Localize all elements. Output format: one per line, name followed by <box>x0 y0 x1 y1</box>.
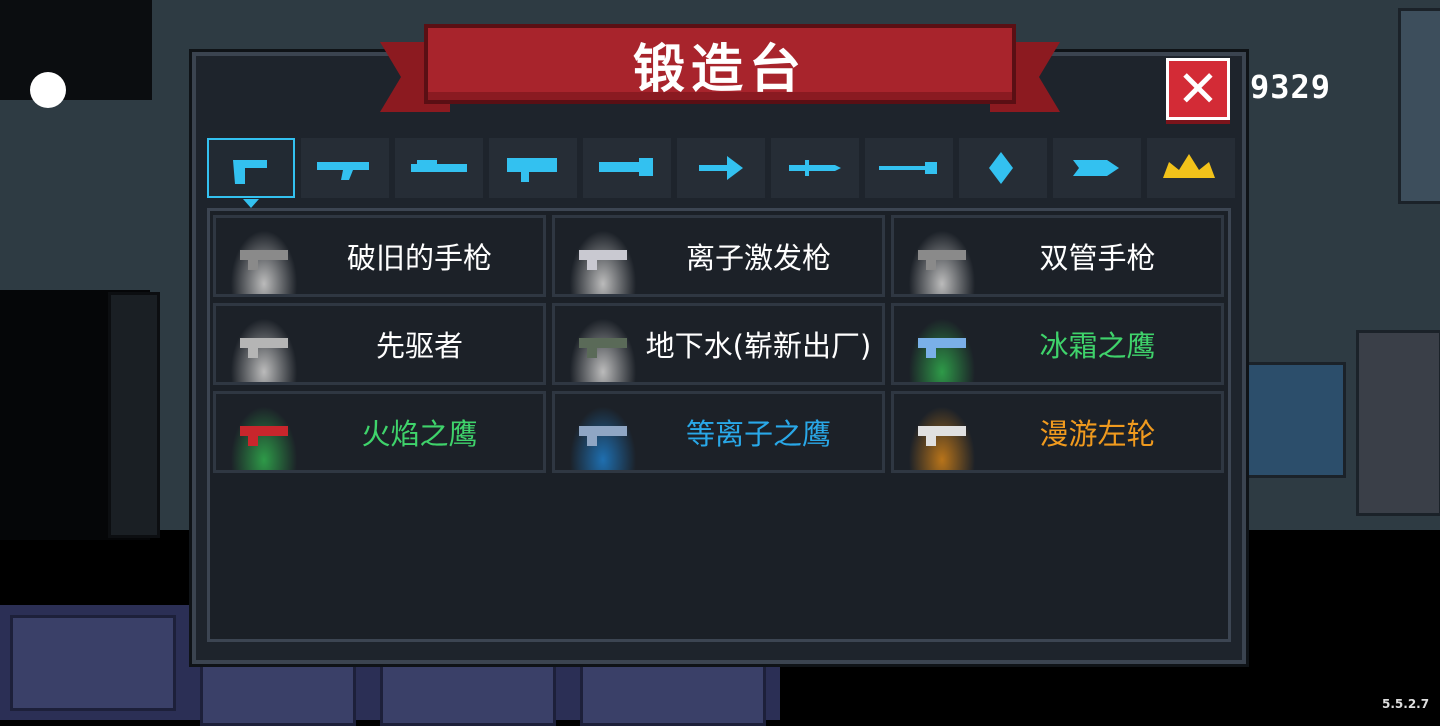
version-label: 5.5.2.7 <box>1382 697 1430 711</box>
computer-desk <box>1240 362 1346 478</box>
weapon-item[interactable]: 等离子之鹰 <box>552 391 885 473</box>
weapon-name: 冰霜之鹰 <box>1039 329 1156 363</box>
tab-staff[interactable] <box>959 138 1047 198</box>
weapon-item[interactable]: 双管手枪 <box>891 215 1224 297</box>
tab-sword[interactable] <box>771 138 859 198</box>
tab-laser-gun[interactable] <box>583 138 671 198</box>
smg-icon <box>579 338 627 358</box>
fire-eagle-icon <box>240 426 288 446</box>
tab-spear[interactable] <box>865 138 953 198</box>
spear-icon <box>879 162 937 174</box>
weapon-item[interactable]: 破旧的手枪 <box>213 215 546 297</box>
weapon-name: 等离子之鹰 <box>685 417 831 451</box>
fish-icon <box>1073 160 1119 176</box>
laser-gun-icon <box>599 158 653 176</box>
tab-pistol[interactable] <box>207 138 295 208</box>
tab-fish[interactable] <box>1053 138 1141 198</box>
tab-crown[interactable] <box>1147 138 1235 198</box>
active-tab-indicator <box>243 199 259 208</box>
weapon-item[interactable]: 先驱者 <box>213 303 546 385</box>
tab-launcher[interactable] <box>489 138 577 198</box>
tab-rifle[interactable] <box>301 138 389 198</box>
ion-blaster-icon <box>579 250 627 270</box>
weapon-item[interactable]: 冰霜之鹰 <box>891 303 1224 385</box>
weapon-name: 先驱者 <box>375 329 463 363</box>
door <box>108 292 160 538</box>
gem-counter: 9329 <box>1250 68 1332 106</box>
page-title: 锻造台 <box>632 39 807 100</box>
tab-shotgun[interactable] <box>395 138 483 198</box>
weapon-item[interactable]: 离子激发枪 <box>552 215 885 297</box>
sword-icon <box>789 160 841 176</box>
dark-room <box>0 0 152 100</box>
close-button[interactable]: ✕ <box>1166 58 1230 120</box>
weapon-item[interactable]: 火焰之鹰 <box>213 391 546 473</box>
frost-eagle-icon <box>918 338 966 358</box>
tab-bow[interactable] <box>677 138 765 198</box>
equipment-rack <box>1356 330 1440 516</box>
weapon-item[interactable]: 漫游左轮 <box>891 391 1224 473</box>
plasma-eagle-icon <box>579 426 627 446</box>
shotgun-icon <box>411 160 467 172</box>
revolver-icon <box>918 426 966 446</box>
bow-icon <box>699 156 743 180</box>
staff-icon <box>989 152 1013 184</box>
weapon-category-tabs <box>207 138 1235 208</box>
weapon-item[interactable]: 地下水(崭新出厂) <box>552 303 885 385</box>
double-barrel-pistol-icon <box>918 250 966 270</box>
joystick-knob[interactable] <box>30 72 66 108</box>
crown-icon <box>1163 154 1215 178</box>
old-pistol-icon <box>240 250 288 270</box>
weapon-name: 离子激发枪 <box>685 241 831 275</box>
rifle-icon <box>317 162 369 180</box>
pioneer-icon <box>240 338 288 358</box>
close-icon: ✕ <box>1177 60 1219 118</box>
machine-prop <box>1398 8 1440 204</box>
pistol-icon <box>233 160 267 184</box>
weapon-name: 漫游左轮 <box>1039 417 1156 451</box>
title-banner: 锻造台 <box>424 24 1016 104</box>
launcher-icon <box>507 158 557 182</box>
weapon-name: 破旧的手枪 <box>346 241 492 275</box>
weapon-grid: 破旧的手枪 离子激发枪 双管手枪先驱者 地下水(崭新出厂) 冰霜之鹰火焰之鹰 等离子之鹰 漫… <box>213 215 1224 473</box>
weapon-name: 双管手枪 <box>1039 241 1156 275</box>
weapon-name: 火焰之鹰 <box>361 417 478 451</box>
weapon-name: 地下水(崭新出厂) <box>645 329 872 363</box>
